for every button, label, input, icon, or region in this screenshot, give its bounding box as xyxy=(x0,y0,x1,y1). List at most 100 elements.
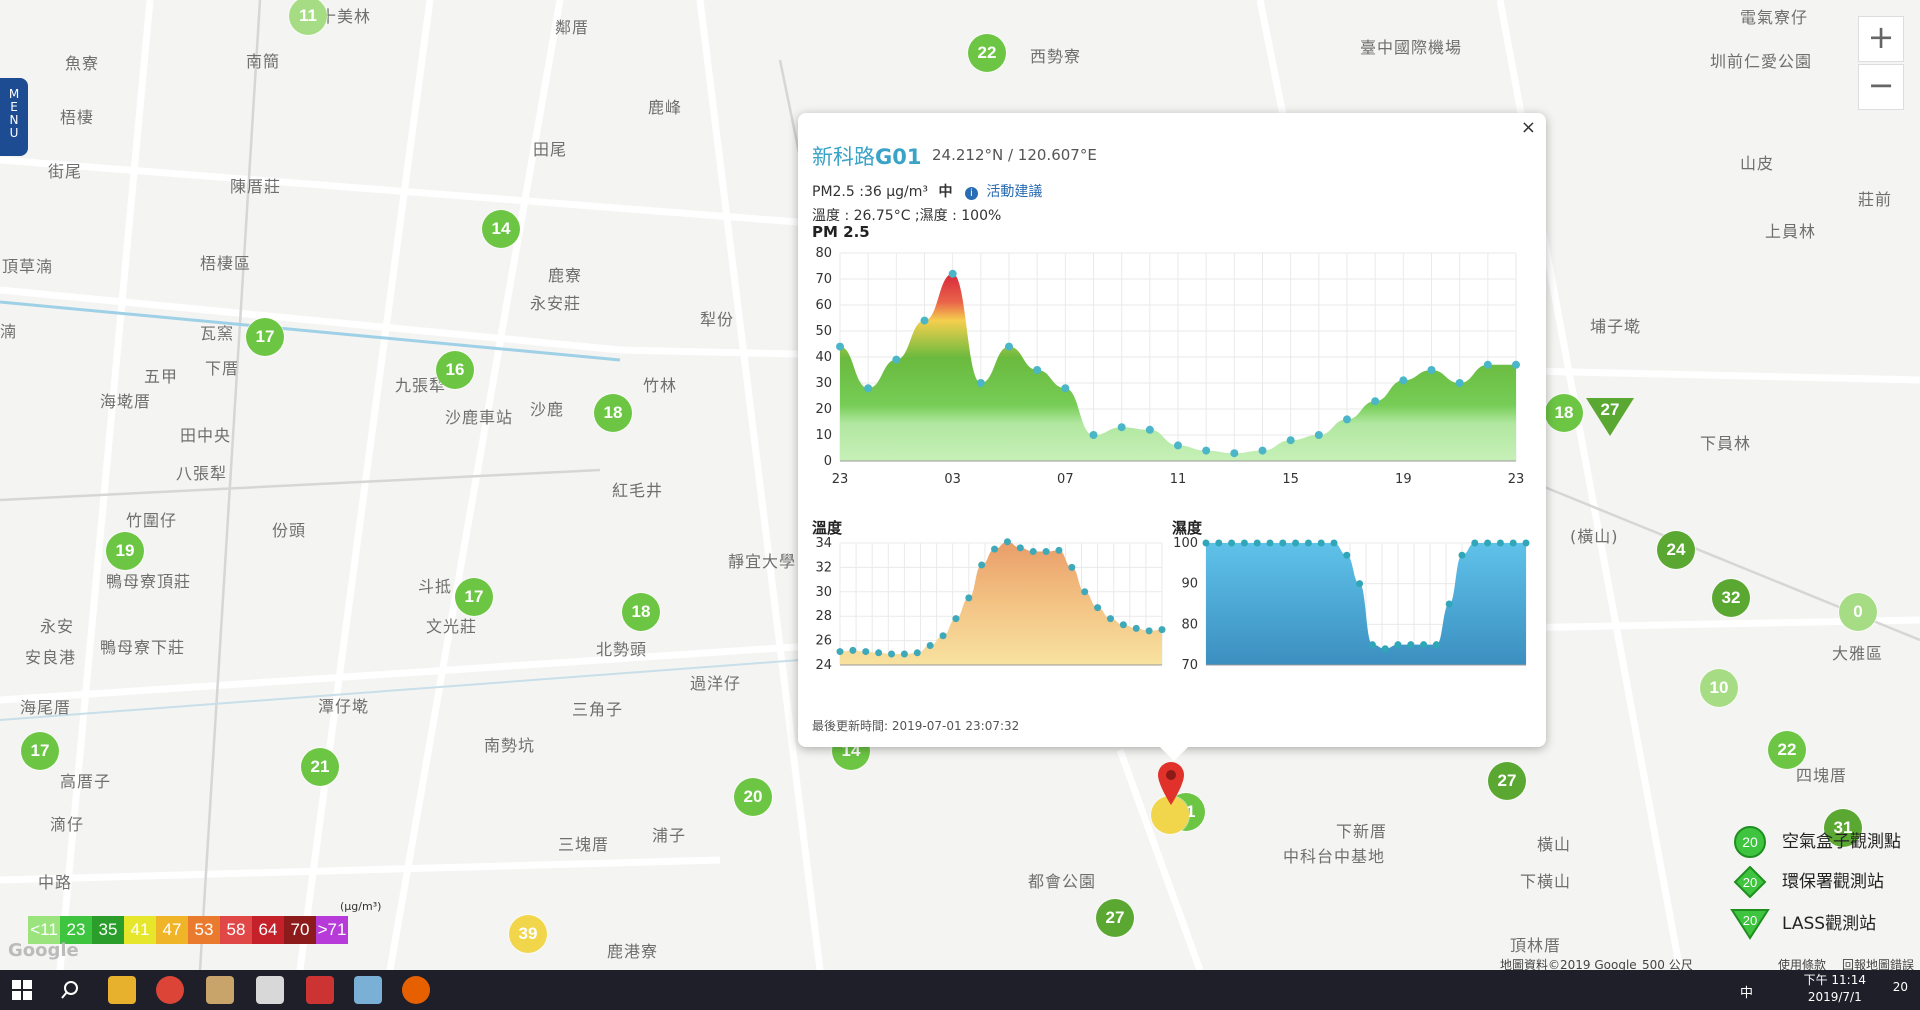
station-marker[interactable]: 14 xyxy=(482,210,520,248)
station-marker[interactable]: 10 xyxy=(1700,669,1738,707)
menu-tab[interactable]: MENU xyxy=(0,78,28,156)
data-point[interactable] xyxy=(1145,425,1154,434)
station-marker[interactable]: 0 xyxy=(1839,593,1877,631)
search-icon[interactable] xyxy=(60,980,80,1000)
data-point[interactable] xyxy=(1003,538,1011,546)
data-point[interactable] xyxy=(875,649,883,657)
station-marker[interactable]: 19 xyxy=(106,532,144,570)
data-point[interactable] xyxy=(1381,645,1389,653)
station-marker[interactable]: 21 xyxy=(301,748,339,786)
notification-icon[interactable]: 20 xyxy=(1893,980,1908,994)
station-marker[interactable]: 18 xyxy=(594,394,632,432)
data-point[interactable] xyxy=(1258,446,1267,455)
station-marker[interactable]: 32 xyxy=(1712,579,1750,617)
data-point[interactable] xyxy=(836,342,844,351)
station-marker[interactable]: 16 xyxy=(436,351,474,389)
data-point[interactable] xyxy=(1509,539,1517,547)
data-point[interactable] xyxy=(1174,441,1182,450)
data-point[interactable] xyxy=(1292,539,1300,547)
data-point[interactable] xyxy=(1042,548,1050,556)
station-marker[interactable]: 22 xyxy=(968,34,1006,72)
data-point[interactable] xyxy=(864,384,873,393)
station-marker[interactable]: 18 xyxy=(1545,394,1583,432)
data-point[interactable] xyxy=(948,269,957,278)
location-pin-icon[interactable] xyxy=(1156,760,1186,806)
data-point[interactable] xyxy=(1522,539,1530,547)
data-point[interactable] xyxy=(978,561,986,569)
station-marker[interactable]: 20 xyxy=(734,778,772,816)
data-point[interactable] xyxy=(1266,539,1274,547)
data-point[interactable] xyxy=(862,648,870,656)
data-point[interactable] xyxy=(1483,360,1492,369)
data-point[interactable] xyxy=(1304,539,1312,547)
data-point[interactable] xyxy=(1484,539,1492,547)
data-point[interactable] xyxy=(965,594,973,602)
data-point[interactable] xyxy=(1343,415,1351,424)
data-point[interactable] xyxy=(1068,563,1076,571)
data-point[interactable] xyxy=(836,648,844,656)
data-point[interactable] xyxy=(1394,641,1402,649)
file-explorer-icon[interactable] xyxy=(108,976,136,1004)
data-point[interactable] xyxy=(1119,621,1127,629)
station-marker[interactable]: 27 xyxy=(1096,899,1134,937)
data-point[interactable] xyxy=(1029,548,1037,556)
data-point[interactable] xyxy=(1215,539,1223,547)
data-point[interactable] xyxy=(849,646,857,654)
activity-advice-link[interactable]: 活動建議 xyxy=(986,184,1042,200)
data-point[interactable] xyxy=(1240,539,1248,547)
data-point[interactable] xyxy=(1399,376,1408,385)
data-point[interactable] xyxy=(1055,546,1063,554)
app-icon-4[interactable] xyxy=(354,976,382,1004)
data-point[interactable] xyxy=(976,379,985,387)
station-marker[interactable]: 17 xyxy=(455,578,493,616)
data-point[interactable] xyxy=(939,632,947,640)
close-icon[interactable]: × xyxy=(1521,117,1536,138)
data-point[interactable] xyxy=(926,641,934,649)
data-point[interactable] xyxy=(1094,604,1102,612)
data-point[interactable] xyxy=(1081,588,1089,596)
zoom-out-button[interactable]: − xyxy=(1858,64,1904,110)
data-point[interactable] xyxy=(1016,544,1024,552)
data-point[interactable] xyxy=(1343,551,1351,559)
app-icon-2[interactable] xyxy=(256,976,284,1004)
data-point[interactable] xyxy=(1202,539,1210,547)
chrome-icon[interactable] xyxy=(156,976,184,1004)
data-point[interactable] xyxy=(1458,551,1466,559)
data-point[interactable] xyxy=(1286,436,1295,445)
data-point[interactable] xyxy=(920,316,929,325)
app-icon-1[interactable] xyxy=(206,976,234,1004)
data-point[interactable] xyxy=(1371,397,1380,406)
app-icon-3[interactable] xyxy=(306,976,334,1004)
google-logo[interactable]: Google xyxy=(8,940,79,961)
data-point[interactable] xyxy=(1089,431,1098,439)
station-marker[interactable]: 24 xyxy=(1657,531,1695,569)
station-marker[interactable]: 39 xyxy=(509,915,547,953)
data-point[interactable] xyxy=(913,649,921,657)
data-point[interactable] xyxy=(1512,360,1520,369)
data-point[interactable] xyxy=(1228,539,1236,547)
data-point[interactable] xyxy=(1145,627,1153,635)
data-point[interactable] xyxy=(1279,539,1287,547)
station-marker[interactable]: 17 xyxy=(246,318,284,356)
data-point[interactable] xyxy=(900,650,908,658)
data-point[interactable] xyxy=(1117,423,1126,432)
data-point[interactable] xyxy=(1253,539,1261,547)
data-point[interactable] xyxy=(1106,615,1114,623)
data-point[interactable] xyxy=(1202,446,1211,455)
data-point[interactable] xyxy=(1496,539,1504,547)
data-point[interactable] xyxy=(1033,366,1042,374)
station-marker[interactable]: 27 xyxy=(1488,762,1526,800)
station-marker[interactable]: 18 xyxy=(622,593,660,631)
data-point[interactable] xyxy=(1005,342,1013,351)
data-point[interactable] xyxy=(1420,641,1428,649)
system-clock[interactable]: 下午 11:14 2019/7/1 xyxy=(1804,972,1866,1006)
data-point[interactable] xyxy=(1356,580,1364,588)
data-point[interactable] xyxy=(952,615,960,623)
windows-start-icon[interactable] xyxy=(12,980,32,1000)
data-point[interactable] xyxy=(888,650,896,658)
data-point[interactable] xyxy=(1407,641,1415,649)
data-point[interactable] xyxy=(1330,539,1338,547)
data-point[interactable] xyxy=(892,355,901,364)
ime-indicator[interactable]: 中 xyxy=(1740,982,1753,1001)
data-point[interactable] xyxy=(1471,539,1479,547)
